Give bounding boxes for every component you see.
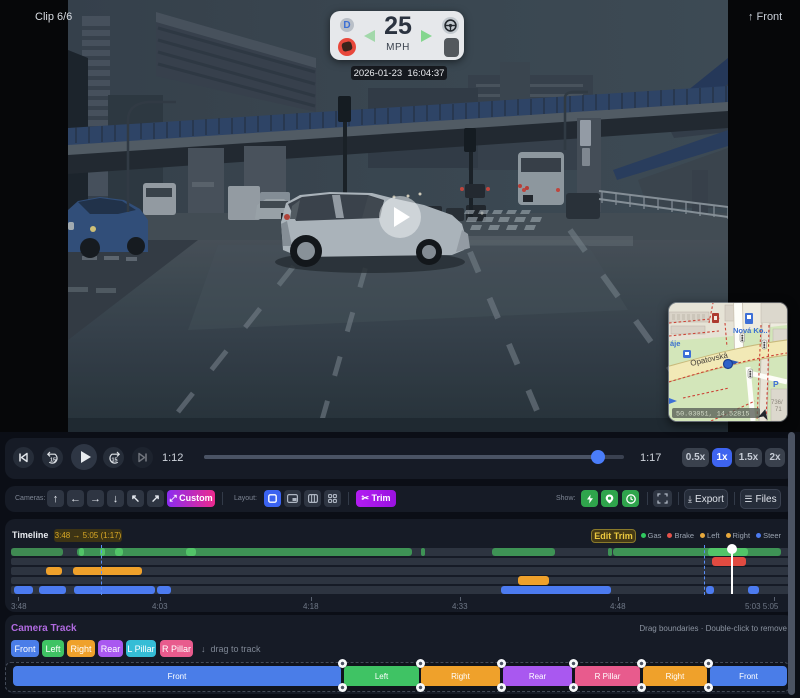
svg-text:71: 71 — [775, 407, 782, 413]
svg-text:P: P — [773, 379, 779, 389]
svg-text:50.03051, 14.52815: 50.03051, 14.52815 — [676, 411, 749, 419]
svg-text:15: 15 — [111, 457, 117, 463]
svg-text:Nová Ko..: Nová Ko.. — [733, 326, 768, 335]
svg-text:15: 15 — [50, 457, 56, 463]
svg-text:áje: áje — [670, 339, 680, 348]
svg-text:736/: 736/ — [771, 400, 783, 406]
